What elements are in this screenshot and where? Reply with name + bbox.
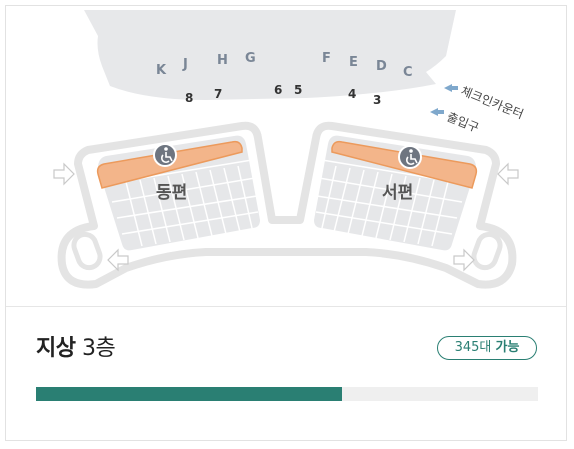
- gate-c: C: [403, 65, 413, 80]
- availability-badge: 345대 가능: [437, 336, 537, 360]
- section-divider: [6, 306, 566, 307]
- door-6: 6: [274, 83, 282, 97]
- loop-right: [471, 231, 503, 271]
- floor-name: 지상: [36, 336, 76, 361]
- availability-count: 345대: [454, 340, 492, 355]
- terminal-building: [84, 10, 456, 100]
- door-5: 5: [294, 83, 302, 97]
- arrow-icon: [430, 108, 444, 116]
- checkin-label: 체크인카운터: [459, 84, 526, 122]
- parking-map: K J H G F E D C 8 7 6 5 4 3 체크인카운터 출입구 동…: [53, 10, 526, 289]
- door-3: 3: [373, 93, 381, 107]
- west-lot[interactable]: 서편: [314, 135, 478, 251]
- floor-title: 지상 3층: [36, 330, 116, 362]
- gate-k: K: [156, 63, 167, 78]
- parking-floor-card: K J H G F E D C 8 7 6 5 4 3 체크인카운터 출입구 동…: [5, 5, 567, 441]
- wheelchair-icon: [153, 143, 177, 167]
- floor-level: 3층: [81, 336, 116, 361]
- west-label: 서편: [382, 183, 413, 203]
- arrow-icon: [53, 162, 75, 186]
- east-lot[interactable]: 동편: [96, 135, 260, 251]
- arrow-icon: [453, 248, 475, 272]
- gate-h: H: [217, 53, 228, 68]
- entrance-legend: 출입구: [430, 108, 481, 135]
- entrance-label: 출입구: [445, 110, 481, 135]
- door-8: 8: [185, 91, 193, 105]
- east-label: 동편: [156, 183, 187, 203]
- gate-j: J: [182, 57, 188, 72]
- arrow-icon: [497, 162, 519, 186]
- loop-left: [71, 231, 103, 271]
- availability-label: 가능: [495, 340, 520, 355]
- gate-g: G: [245, 51, 256, 66]
- availability-progress-fill: [36, 387, 343, 401]
- gate-d: D: [376, 59, 387, 74]
- arrow-icon: [444, 84, 458, 92]
- door-7: 7: [214, 87, 222, 101]
- availability-progress-bar: [36, 387, 538, 401]
- gate-e: E: [349, 55, 358, 70]
- door-4: 4: [348, 87, 356, 101]
- gate-f: F: [322, 51, 331, 66]
- wheelchair-icon: [398, 145, 422, 169]
